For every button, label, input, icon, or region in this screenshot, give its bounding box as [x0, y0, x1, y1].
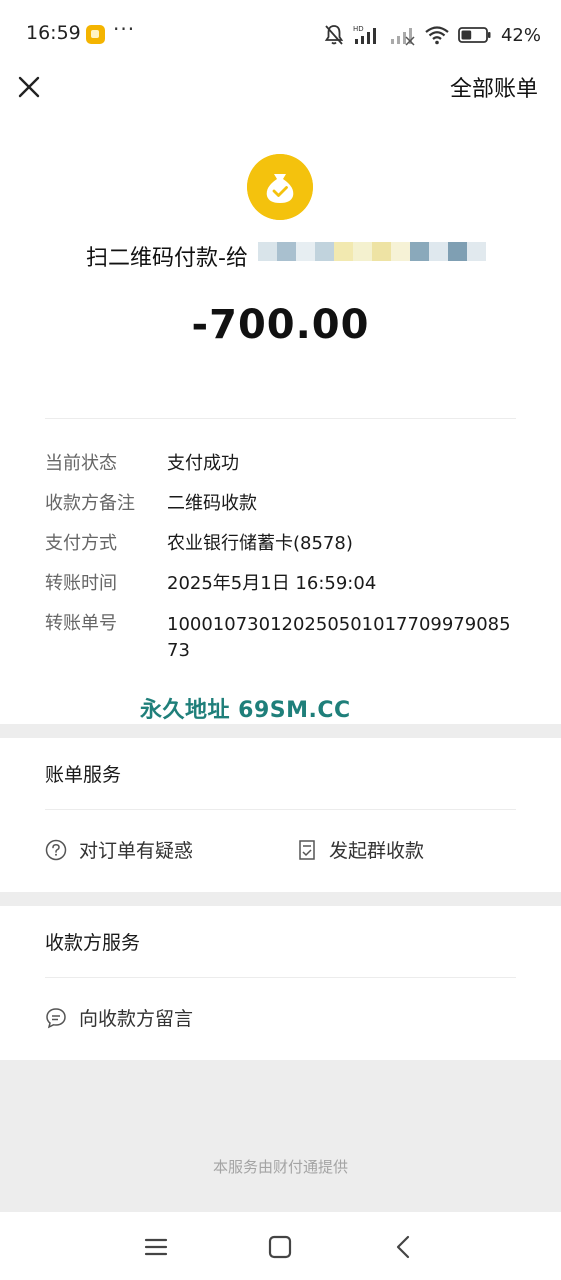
detail-row-payee-note: 收款方备注 二维码收款	[45, 492, 525, 516]
system-navigation-bar	[0, 1212, 561, 1280]
chat-bubble-icon	[46, 1007, 66, 1028]
divider	[45, 418, 516, 419]
notification-app-icon	[86, 25, 105, 44]
detail-row-payment-method: 支付方式 农业银行储蓄卡(8578)	[45, 532, 525, 556]
transaction-amount: -700.00	[191, 302, 370, 348]
group-collect-icon	[299, 839, 315, 860]
transaction-title: 扫二维码付款-给	[86, 246, 248, 271]
bell-off-icon	[324, 25, 344, 45]
divider	[45, 809, 516, 810]
svg-text:HD: HD	[353, 25, 364, 33]
more-notifications-indicator: ···	[113, 17, 136, 41]
bill-service-card: 账单服务 对订单有疑惑 发起群收款	[0, 738, 561, 892]
detail-value: 支付成功	[167, 453, 239, 474]
detail-value: 二维码收款	[167, 493, 257, 514]
message-payee-label: 向收款方留言	[79, 1008, 194, 1030]
detail-row-order-number: 转账单号 100010730120250501017709979085 73	[45, 612, 525, 664]
signal-icon	[390, 28, 415, 46]
provider-note: 本服务由财付通提供	[212, 1158, 348, 1176]
group-collect-label: 发起群收款	[329, 840, 425, 862]
watermark-text: 永久地址 69SM.CC	[140, 698, 351, 723]
detail-value[interactable]: 100010730120250501017709979085 73	[167, 612, 525, 664]
status-bar: 16:59 ··· HD 42%	[0, 0, 561, 70]
bill-service-title: 账单服务	[45, 764, 122, 786]
home-square-icon[interactable]	[267, 1234, 293, 1260]
payee-service-title: 收款方服务	[45, 932, 141, 954]
payee-service-card: 收款方服务 向收款方留言	[0, 906, 561, 1060]
close-icon	[18, 76, 40, 98]
back-chevron-icon[interactable]	[391, 1234, 417, 1260]
menu-icon[interactable]	[143, 1234, 169, 1260]
detail-value: 2025年5月1日 16:59:04	[167, 573, 377, 594]
group-collect-button[interactable]: 发起群收款	[297, 836, 424, 863]
transaction-details: 当前状态 支付成功 收款方备注 二维码收款 支付方式 农业银行储蓄卡(8578)…	[45, 452, 525, 680]
battery-percentage: 42%	[500, 24, 541, 46]
detail-label: 转账单号	[45, 613, 117, 634]
detail-label: 收款方备注	[45, 493, 135, 514]
order-question-label: 对订单有疑惑	[79, 840, 194, 862]
hd-signal-icon: HD	[353, 25, 376, 44]
divider	[45, 977, 516, 978]
detail-row-status: 当前状态 支付成功	[45, 452, 525, 476]
all-bills-link[interactable]: 全部账单	[450, 71, 538, 103]
money-bag-check-icon	[247, 154, 313, 220]
transaction-summary: 扫二维码付款-给 -700.00 当前状态 支付成功 收款方备注 二维码收款 支…	[0, 116, 561, 724]
header: 全部账单	[0, 70, 561, 116]
question-circle-icon	[45, 839, 67, 860]
status-icons: HD 42%	[324, 22, 541, 48]
payee-name-redacted	[258, 242, 486, 261]
detail-row-transfer-time: 转账时间 2025年5月1日 16:59:04	[45, 572, 525, 596]
close-button[interactable]	[16, 74, 42, 100]
detail-label: 支付方式	[45, 533, 117, 554]
order-question-button[interactable]: 对订单有疑惑	[45, 836, 193, 863]
message-payee-button[interactable]: 向收款方留言	[45, 1004, 193, 1031]
detail-label: 当前状态	[45, 453, 117, 474]
status-time: 16:59	[26, 22, 81, 44]
wifi-icon	[425, 26, 449, 45]
battery-icon	[458, 27, 491, 43]
detail-value: 农业银行储蓄卡(8578)	[167, 533, 353, 554]
detail-label: 转账时间	[45, 573, 117, 594]
